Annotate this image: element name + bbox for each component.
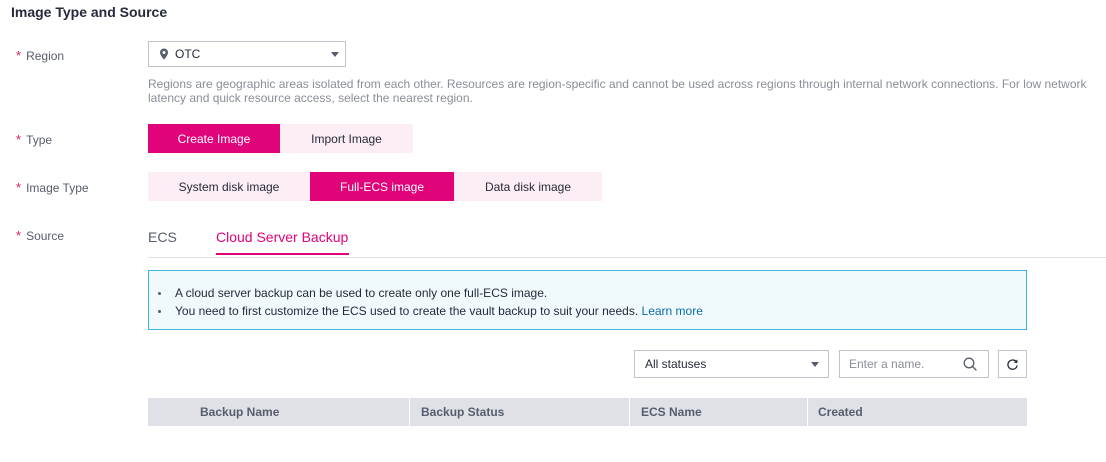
required-mark: * — [16, 180, 22, 195]
tab-ecs[interactable]: ECS — [148, 229, 177, 245]
status-filter-value: All statuses — [645, 357, 707, 371]
source-label: Source — [26, 228, 65, 243]
chevron-down-icon — [331, 52, 339, 57]
column-header-backup-status[interactable]: Backup Status — [409, 398, 629, 426]
column-header-backup-name[interactable]: Backup Name — [148, 398, 409, 426]
required-mark: * — [16, 228, 22, 243]
import-image-button[interactable]: Import Image — [280, 124, 413, 153]
column-header-ecs-name[interactable]: ECS Name — [629, 398, 807, 426]
type-label-row: * Type — [16, 132, 52, 147]
region-help-text: Regions are geographic areas isolated fr… — [148, 77, 1087, 105]
active-tab-indicator — [216, 253, 349, 255]
learn-more-link[interactable]: Learn more — [642, 304, 703, 318]
system-disk-image-button[interactable]: System disk image — [148, 172, 310, 201]
search-input[interactable] — [849, 357, 959, 371]
full-ecs-image-button[interactable]: Full-ECS image — [310, 172, 454, 201]
notice-text: A cloud server backup can be used to cre… — [175, 286, 548, 300]
tab-cloud-server-backup[interactable]: Cloud Server Backup — [216, 229, 348, 245]
refresh-button[interactable] — [998, 350, 1027, 378]
search-icon[interactable] — [963, 357, 977, 371]
chevron-down-icon — [811, 362, 819, 367]
notice-item: You need to first customize the ECS used… — [158, 302, 703, 320]
notice-text: You need to first customize the ECS used… — [175, 304, 639, 318]
source-label-row: * Source — [16, 228, 64, 243]
image-type-label: Image Type — [26, 180, 89, 195]
refresh-icon — [1007, 358, 1018, 370]
region-label-row: * Region — [16, 48, 64, 63]
search-box — [839, 350, 989, 378]
region-value: OTC — [175, 47, 201, 61]
tab-divider — [148, 257, 1106, 258]
column-header-created[interactable]: Created — [807, 398, 1027, 426]
notice-item: A cloud server backup can be used to cre… — [158, 284, 703, 302]
image-type-label-row: * Image Type — [16, 180, 89, 195]
required-mark: * — [16, 48, 22, 63]
region-select[interactable]: OTC — [148, 41, 346, 67]
create-image-button[interactable]: Create Image — [148, 124, 280, 153]
info-notice: A cloud server backup can be used to cre… — [148, 270, 1027, 330]
section-title: Image Type and Source — [11, 4, 168, 20]
backup-table-header: Backup Name Backup Status ECS Name Creat… — [148, 398, 1027, 426]
status-filter-select[interactable]: All statuses — [634, 350, 829, 378]
region-label: Region — [26, 48, 65, 63]
location-pin-icon — [160, 48, 168, 60]
data-disk-image-button[interactable]: Data disk image — [454, 172, 602, 201]
required-mark: * — [16, 132, 22, 147]
type-label: Type — [26, 132, 53, 147]
